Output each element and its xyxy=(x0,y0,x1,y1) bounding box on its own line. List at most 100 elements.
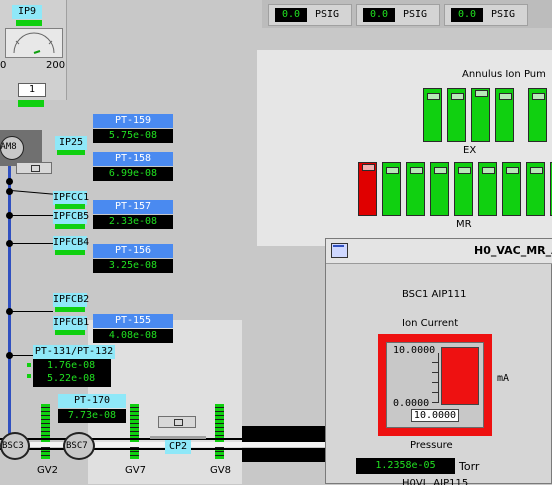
annulus-panel: Annulus Ion Pum EX MR xyxy=(257,50,552,246)
mr-pump-bar-2[interactable] xyxy=(382,162,401,216)
psig-box-2: 0.0 PSIG xyxy=(356,4,440,26)
ipfcb4-status-bar xyxy=(55,250,85,255)
ipfcb2-status-bar xyxy=(55,307,85,312)
app-window-icon[interactable] xyxy=(331,243,348,258)
pipe-junction xyxy=(6,178,13,185)
pt-159-widget[interactable]: PT-159 5.75e-08 xyxy=(93,114,173,143)
popup-titlebar[interactable]: H0_VAC_MR_A xyxy=(326,239,552,264)
pt-157-widget[interactable]: PT-157 2.33e-08 xyxy=(93,200,173,229)
bsc7-chamber[interactable]: BSC7 xyxy=(63,432,95,460)
ip9-label[interactable]: IP9 xyxy=(12,5,42,19)
psig-box-3: 0.0 PSIG xyxy=(444,4,528,26)
pt-131-indicator xyxy=(27,363,31,367)
popup-window: H0_VAC_MR_A BSC1 AIP111 Ion Current 10.0… xyxy=(325,238,552,485)
gv2-level-bar xyxy=(41,404,50,459)
ip9-status-bar xyxy=(16,20,42,26)
pt-170-name[interactable]: PT-170 xyxy=(58,394,126,408)
bsc7-label: BSC7 xyxy=(66,441,88,451)
annulus-title: Annulus Ion Pum xyxy=(462,69,546,80)
pt-158-widget[interactable]: PT-158 6.99e-08 xyxy=(93,152,173,181)
pt-155-widget[interactable]: PT-155 4.08e-08 xyxy=(93,314,173,343)
branch-line xyxy=(11,355,33,356)
gv8-level-bar xyxy=(215,404,224,459)
pipe-junction xyxy=(6,188,13,195)
mr-label: MR xyxy=(456,219,472,230)
gauge-min-label: 0 xyxy=(0,60,7,71)
pt-170-value: 7.73e-08 xyxy=(58,409,126,423)
ipfcc1-status-bar xyxy=(55,204,85,209)
gv2-label[interactable]: GV2 xyxy=(37,465,58,476)
gv7-label[interactable]: GV7 xyxy=(125,465,146,476)
pt-156-value: 3.25e-08 xyxy=(93,259,173,273)
branch-line xyxy=(10,190,53,195)
ex-pump-bar-4[interactable] xyxy=(495,88,514,142)
mr-pump-bar-5[interactable] xyxy=(454,162,473,216)
popup-title: H0_VAC_MR_A xyxy=(474,244,552,257)
ipfcb4-label[interactable]: IPFCB4 xyxy=(53,236,89,250)
pt-158-value: 6.99e-08 xyxy=(93,167,173,181)
pt-132-indicator xyxy=(27,374,31,378)
ex-pump-bar-2[interactable] xyxy=(447,88,466,142)
ion-current-label: Ion Current xyxy=(402,318,459,329)
window-icon xyxy=(31,165,40,172)
ham8-toggle-button[interactable] xyxy=(16,162,52,174)
psig-strip: 0.0 PSIG 0.0 PSIG 0.0 PSIG xyxy=(262,0,552,28)
scale-min-label: 0.0000 xyxy=(393,398,430,409)
ex-label: EX xyxy=(463,145,477,156)
gv8-label[interactable]: GV8 xyxy=(210,465,231,476)
psig-unit-2: PSIG xyxy=(403,9,428,20)
scale-ticks xyxy=(432,353,439,403)
ipfcc1-label[interactable]: IPFCC1 xyxy=(53,191,89,205)
ipfcb2-label[interactable]: IPFCB2 xyxy=(53,293,89,307)
mr-pump-bar-7[interactable] xyxy=(502,162,521,216)
pt-158-name: PT-158 xyxy=(93,152,173,166)
mr-pump-bar-1[interactable] xyxy=(358,162,377,216)
gauge-max-label: 200 xyxy=(46,60,66,71)
mr-pump-bar-8[interactable] xyxy=(526,162,545,216)
psig-box-1: 0.0 PSIG xyxy=(268,4,352,26)
pt-159-value: 5.75e-08 xyxy=(93,129,173,143)
bsc3-chamber[interactable]: BSC3 xyxy=(0,432,30,460)
ion-current-fill xyxy=(441,347,479,405)
cp2-toggle-button[interactable] xyxy=(158,416,196,428)
pt-132-value: 5.22e-08 xyxy=(47,373,96,384)
cp2-base xyxy=(150,436,206,439)
pressure-unit: Torr xyxy=(459,460,480,473)
psig-value-1: 0.0 xyxy=(275,8,307,22)
beam-pipe-light xyxy=(0,442,325,447)
device-name: BSC1 AIP111 xyxy=(402,289,467,300)
ex-pump-bar-3[interactable] xyxy=(471,88,490,142)
pt-131-name[interactable]: PT-131/PT-132 xyxy=(33,345,115,359)
branch-line xyxy=(11,243,53,244)
ham8-chamber[interactable]: HAM8 xyxy=(0,136,24,160)
scale-max-label: 10.0000 xyxy=(393,345,436,356)
ip9-gauge[interactable] xyxy=(5,28,63,58)
pt-155-value: 4.08e-08 xyxy=(93,329,173,343)
mr-pump-bar-3[interactable] xyxy=(406,162,425,216)
ion-current-value-field[interactable]: 10.0000 xyxy=(411,409,459,422)
gauge-dial-icon xyxy=(13,32,55,54)
pt-131-readout-box: 1.76e-08 5.22e-08 xyxy=(33,359,111,387)
ip25-label[interactable]: IP25 xyxy=(55,136,87,150)
psig-value-2: 0.0 xyxy=(363,8,395,22)
pressure-value: 1.2358e-05 xyxy=(356,458,455,474)
ipfcb1-status-bar xyxy=(55,330,85,335)
pt-156-widget[interactable]: PT-156 3.25e-08 xyxy=(93,244,173,273)
mr-pump-bar-4[interactable] xyxy=(430,162,449,216)
gv7-level-bar xyxy=(130,404,139,459)
ion-current-alarm-frame: 10.0000 0.0000 10.0000 xyxy=(378,334,492,436)
ipfcb5-status-bar xyxy=(55,224,85,229)
ex-pump-bar-5[interactable] xyxy=(528,88,547,142)
branch-line xyxy=(11,311,53,312)
ex-pump-bar-1[interactable] xyxy=(423,88,442,142)
unit-ma-label: mA xyxy=(497,373,510,384)
ipfcb1-label[interactable]: IPFCB1 xyxy=(53,316,89,330)
pt-156-name: PT-156 xyxy=(93,244,173,258)
psig-unit-3: PSIG xyxy=(491,9,516,20)
mr-pump-bar-6[interactable] xyxy=(478,162,497,216)
gauge-value-field[interactable]: 1 xyxy=(18,83,46,97)
cp2-label[interactable]: CP2 xyxy=(165,440,191,454)
ipfcb5-label[interactable]: IPFCB5 xyxy=(53,210,89,224)
pt-155-name: PT-155 xyxy=(93,314,173,328)
ion-current-meter[interactable]: 10.0000 0.0000 10.0000 xyxy=(386,342,484,428)
